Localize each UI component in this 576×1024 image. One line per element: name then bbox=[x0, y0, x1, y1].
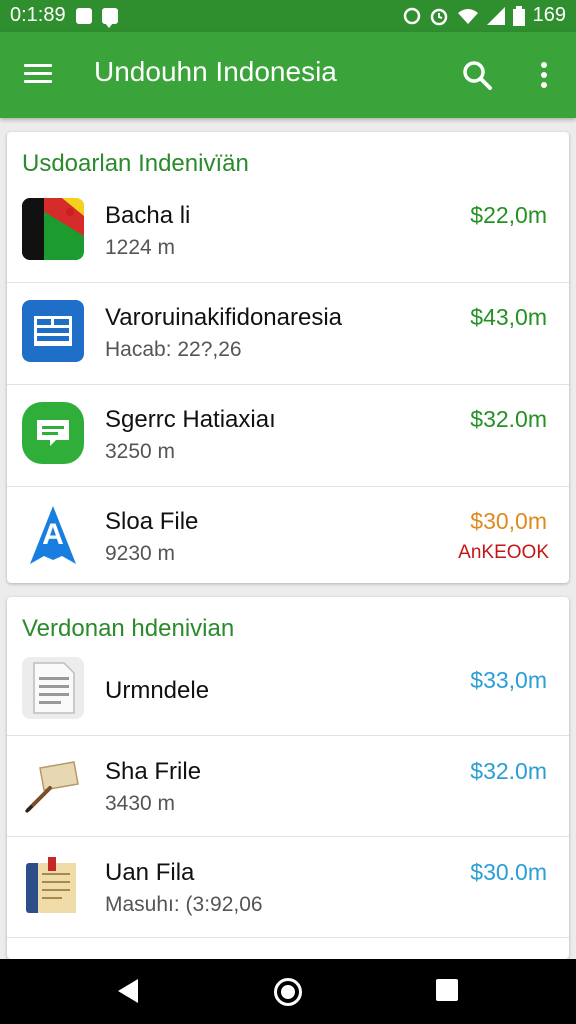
letter-a-icon: A bbox=[30, 506, 76, 564]
item-subtitle: Masuhı: (3:92,06 bbox=[105, 893, 263, 916]
chat-notification-icon bbox=[101, 7, 118, 28]
svg-text:A: A bbox=[42, 518, 64, 551]
list-item[interactable]: Urmndele $33,0m bbox=[7, 645, 569, 736]
list-item[interactable]: Sha Frile 3430 m $32.0m bbox=[7, 736, 569, 837]
item-name: Urmndele bbox=[105, 677, 210, 704]
app-bar: Undouhn Indonesia bbox=[0, 32, 576, 118]
text-document-icon bbox=[22, 657, 84, 719]
item-price: $32.0m bbox=[470, 758, 547, 784]
document-grid-icon bbox=[22, 300, 84, 362]
item-name: Sha Frile bbox=[105, 758, 202, 785]
flag-icon bbox=[22, 198, 84, 260]
item-subtitle: 3430 m bbox=[105, 792, 176, 815]
search-icon[interactable] bbox=[462, 60, 492, 90]
item-name: Varoruinakifidonaresia bbox=[105, 304, 343, 331]
item-name: Bacha li bbox=[105, 202, 191, 229]
item-price: $22,0m bbox=[470, 202, 547, 228]
recent-apps-icon[interactable] bbox=[436, 979, 458, 1001]
item-price: $43,0m bbox=[470, 304, 547, 330]
list-item[interactable]: A Sloa File 9230 m $30,0m AnKEOOK bbox=[7, 486, 569, 583]
home-icon[interactable] bbox=[274, 978, 302, 1006]
list-item[interactable]: Varoruinakifidonaresia Hacab: 22?,26 $43… bbox=[7, 282, 569, 385]
item-name: Sloa File bbox=[105, 508, 199, 535]
message-icon bbox=[22, 402, 84, 464]
item-tag: AnKEOOK bbox=[458, 542, 549, 563]
item-subtitle: 3250 m bbox=[105, 440, 176, 463]
data-saver-icon bbox=[403, 7, 420, 24]
item-price: $30,0m bbox=[470, 508, 547, 534]
battery-icon bbox=[512, 5, 525, 26]
more-options-icon[interactable] bbox=[536, 60, 552, 90]
item-subtitle: Hacab: 22?,26 bbox=[105, 338, 242, 361]
scroll-quill-icon bbox=[24, 761, 79, 814]
back-icon[interactable] bbox=[118, 979, 138, 1003]
alarm-icon bbox=[430, 8, 447, 25]
section-title: Verdonan hdenivian bbox=[22, 615, 235, 642]
item-subtitle: 9230 m bbox=[105, 542, 176, 565]
notification-icon bbox=[75, 7, 92, 24]
list-item[interactable]: Bacha li 1224 m $22,0m bbox=[7, 180, 569, 283]
item-subtitle: 1224 m bbox=[105, 236, 176, 259]
status-time: 0:1:89 bbox=[10, 4, 66, 26]
item-name: Uan Fila bbox=[105, 859, 195, 886]
item-name: Sgerrc Hatiaxiaı bbox=[105, 406, 276, 433]
item-price: $32.0m bbox=[470, 406, 547, 432]
list-item[interactable]: Uan Fila Masuhı: (3:92,06 $30.0m bbox=[7, 837, 569, 938]
section-card: Verdonan hdenivian Urmndele $33,0m Sha F… bbox=[7, 597, 569, 959]
status-bar: 0:1:89 169 bbox=[0, 0, 576, 32]
list-item[interactable]: Sgerrc Hatiaxiaı 3250 m $32.0m bbox=[7, 384, 569, 487]
wifi-icon bbox=[457, 8, 478, 24]
item-price: $33,0m bbox=[470, 667, 547, 693]
menu-icon[interactable] bbox=[24, 64, 52, 84]
item-price: $30.0m bbox=[470, 859, 547, 885]
navigation-bar bbox=[0, 959, 576, 1024]
notebook-icon bbox=[26, 857, 76, 913]
section-card: Usdoarlan Indenivïän Bacha li 1224 m $22… bbox=[7, 132, 569, 583]
page-title: Undouhn Indonesia bbox=[94, 56, 337, 87]
section-title: Usdoarlan Indenivïän bbox=[22, 150, 249, 177]
battery-level: 169 bbox=[532, 4, 566, 26]
signal-icon bbox=[486, 6, 505, 25]
